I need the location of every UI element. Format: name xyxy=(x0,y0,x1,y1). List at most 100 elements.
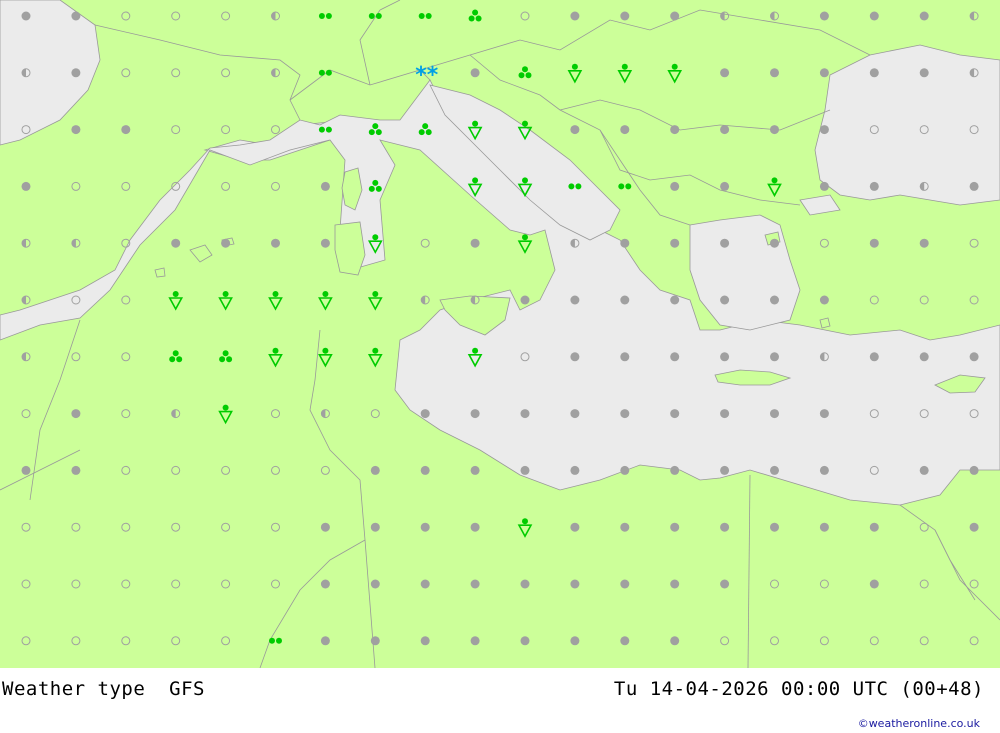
overcast-symbol xyxy=(869,181,879,191)
overcast-symbol xyxy=(869,68,879,78)
overcast-symbol xyxy=(819,125,829,135)
overcast-symbol xyxy=(370,465,380,475)
overcast-symbol xyxy=(570,465,580,475)
overcast-symbol xyxy=(570,352,580,362)
overcast-symbol xyxy=(370,636,380,646)
weather-map: ** xyxy=(0,0,1000,668)
overcast-symbol xyxy=(919,465,929,475)
overcast-symbol xyxy=(770,125,779,135)
overcast-symbol xyxy=(570,522,580,532)
overcast-symbol xyxy=(670,11,680,21)
overcast-symbol xyxy=(670,522,680,532)
overcast-symbol xyxy=(620,465,630,475)
overcast-symbol xyxy=(470,68,480,78)
overcast-symbol xyxy=(720,238,730,248)
overcast-symbol xyxy=(570,409,580,419)
overcast-symbol xyxy=(720,125,730,135)
overcast-symbol xyxy=(570,636,580,646)
overcast-symbol xyxy=(670,409,680,419)
overcast-symbol xyxy=(320,238,330,248)
overcast-symbol xyxy=(570,125,580,135)
overcast-symbol xyxy=(171,238,181,248)
overcast-symbol xyxy=(470,636,480,646)
overcast-symbol xyxy=(71,11,81,21)
overcast-symbol xyxy=(819,522,829,532)
overcast-symbol xyxy=(720,465,730,475)
overcast-symbol xyxy=(670,579,680,589)
overcast-symbol xyxy=(620,352,630,362)
overcast-symbol xyxy=(969,181,979,191)
overcast-symbol xyxy=(470,522,480,532)
overcast-symbol xyxy=(470,409,480,419)
overcast-symbol xyxy=(520,295,530,305)
overcast-symbol xyxy=(819,11,829,21)
overcast-symbol xyxy=(770,465,779,475)
overcast-symbol xyxy=(770,238,779,248)
overcast-symbol xyxy=(420,465,430,475)
overcast-symbol xyxy=(620,125,630,135)
overcast-symbol xyxy=(71,125,81,135)
overcast-symbol xyxy=(869,11,879,21)
overcast-symbol xyxy=(470,238,480,248)
credit-link[interactable]: ©weatheronline.co.uk xyxy=(858,717,980,730)
overcast-symbol xyxy=(470,465,480,475)
overcast-symbol xyxy=(420,409,430,419)
overcast-symbol xyxy=(370,579,380,589)
overcast-symbol xyxy=(620,579,630,589)
overcast-symbol xyxy=(969,465,979,475)
snow-symbol: ** xyxy=(415,63,439,88)
overcast-symbol xyxy=(420,636,430,646)
overcast-symbol xyxy=(869,579,879,589)
overcast-symbol xyxy=(720,522,730,532)
overcast-symbol xyxy=(720,181,730,191)
overcast-symbol xyxy=(770,409,779,419)
forecast-datetime: Tu 14-04-2026 00:00 UTC (00+48) xyxy=(613,678,984,700)
overcast-symbol xyxy=(71,465,81,475)
overcast-symbol xyxy=(819,465,829,475)
overcast-symbol xyxy=(620,409,630,419)
model-label: GFS xyxy=(169,678,205,700)
title-label: Weather type xyxy=(2,678,146,700)
overcast-symbol xyxy=(819,181,829,191)
overcast-symbol xyxy=(670,465,680,475)
overcast-symbol xyxy=(720,68,730,78)
overcast-symbol xyxy=(720,295,730,305)
overcast-symbol xyxy=(670,238,680,248)
overcast-symbol xyxy=(320,636,330,646)
overcast-symbol xyxy=(770,352,779,362)
overcast-symbol xyxy=(271,238,280,248)
overcast-symbol xyxy=(121,125,131,135)
overcast-symbol xyxy=(819,409,829,419)
overcast-symbol xyxy=(71,68,81,78)
overcast-symbol xyxy=(570,11,580,21)
overcast-symbol xyxy=(770,522,779,532)
overcast-symbol xyxy=(570,295,580,305)
balearic-ibiza xyxy=(154,267,166,278)
overcast-symbol xyxy=(670,295,680,305)
overcast-symbol xyxy=(520,579,530,589)
overcast-symbol xyxy=(969,352,979,362)
overcast-symbol xyxy=(470,579,480,589)
overcast-symbol xyxy=(520,636,530,646)
sardinia xyxy=(334,221,366,276)
overcast-symbol xyxy=(720,579,730,589)
overcast-symbol xyxy=(320,181,330,191)
overcast-symbol xyxy=(819,295,829,305)
overcast-symbol xyxy=(869,522,879,532)
overcast-symbol xyxy=(620,636,630,646)
svg-text:**: ** xyxy=(415,63,439,88)
overcast-symbol xyxy=(320,579,330,589)
overcast-symbol xyxy=(720,409,730,419)
overcast-symbol xyxy=(670,181,680,191)
overcast-symbol xyxy=(770,68,779,78)
overcast-symbol xyxy=(919,352,929,362)
overcast-symbol xyxy=(570,579,580,589)
overcast-symbol xyxy=(670,352,680,362)
overcast-symbol xyxy=(620,11,630,21)
overcast-symbol xyxy=(21,465,31,475)
overcast-symbol xyxy=(21,181,31,191)
overcast-symbol xyxy=(720,352,730,362)
overcast-symbol xyxy=(420,522,430,532)
overcast-symbol xyxy=(770,295,779,305)
overcast-symbol xyxy=(520,409,530,419)
